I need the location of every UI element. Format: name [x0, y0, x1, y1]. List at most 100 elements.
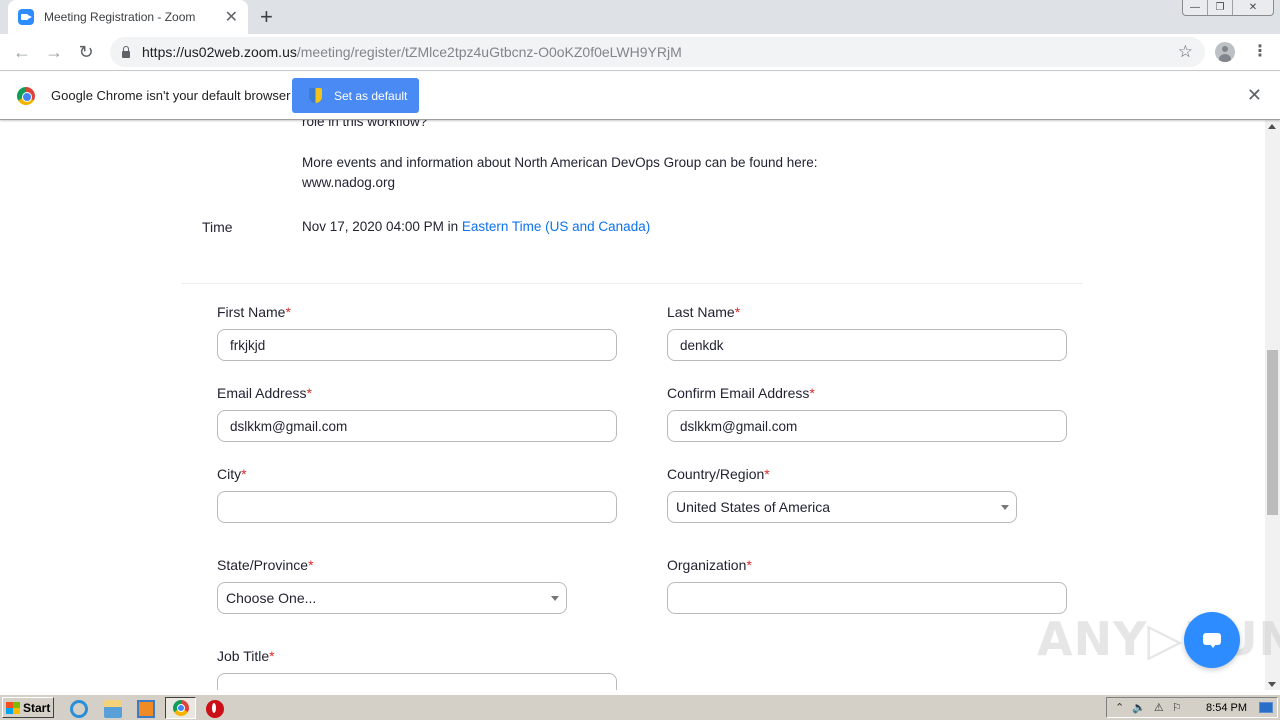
confirm-email-label-text: Confirm Email Address	[667, 385, 810, 401]
state-select-value: Choose One...	[226, 590, 317, 606]
more-info-text: More events and information about North …	[302, 155, 818, 170]
tray-expand-icon[interactable]: ⌃	[1115, 701, 1124, 714]
city-label: City*	[217, 466, 247, 482]
email-input[interactable]: dslkkm@gmail.com	[217, 410, 617, 442]
time-label: Time	[202, 219, 233, 235]
action-center-flag-icon[interactable]: ⚐	[1172, 701, 1182, 714]
state-label-text: State/Province	[217, 557, 309, 573]
last-name-input[interactable]: denkdk	[667, 329, 1067, 361]
chevron-down-icon	[1001, 505, 1009, 510]
set-as-default-label: Set as default	[334, 88, 408, 103]
file-explorer-icon[interactable]	[104, 700, 122, 718]
reload-button[interactable]: ↻	[70, 36, 102, 68]
show-desktop-icon[interactable]	[1259, 702, 1273, 713]
country-label: Country/Region*	[667, 466, 770, 482]
scroll-down-arrow-icon[interactable]	[1268, 682, 1276, 687]
first-name-input[interactable]: frkjkjd	[217, 329, 617, 361]
browser-toolbar: ← → ↻ https://us02web.zoom.us/meeting/re…	[0, 34, 1280, 71]
organization-label: Organization*	[667, 557, 752, 573]
time-value: Nov 17, 2020 04:00 PM in Eastern Time (U…	[302, 219, 650, 234]
url-path: /meeting/register/tZMlce2tpz4uGtbcnz-O0o…	[296, 44, 682, 60]
tab-title: Meeting Registration - Zoom	[44, 10, 196, 24]
page-scrollbar[interactable]	[1265, 120, 1280, 690]
zoom-icon	[18, 9, 34, 25]
required-marker: *	[746, 557, 752, 573]
menu-kebab-icon[interactable]: ⋮	[1252, 41, 1268, 61]
required-marker: *	[734, 304, 741, 320]
chrome-icon	[173, 700, 189, 716]
opera-icon[interactable]	[206, 700, 224, 718]
country-select-value: United States of America	[676, 499, 831, 515]
url-host: https://us02web.zoom.us	[142, 44, 297, 60]
close-window-button[interactable]: ✕	[1233, 0, 1273, 15]
uac-shield-icon	[309, 88, 322, 103]
required-marker: *	[269, 648, 275, 664]
new-tab-button[interactable]: +	[260, 4, 273, 30]
required-marker: *	[809, 385, 815, 401]
url-text: https://us02web.zoom.us/meeting/register…	[142, 44, 682, 60]
job-title-input[interactable]	[217, 673, 617, 690]
confirm-email-label: Confirm Email Address*	[667, 385, 815, 401]
set-as-default-button[interactable]: Set as default	[292, 78, 419, 113]
close-tab-icon[interactable]: ✕	[225, 7, 238, 27]
first-name-label: First Name*	[217, 304, 291, 320]
section-divider	[181, 283, 1083, 284]
volume-icon[interactable]: 🔈	[1132, 701, 1146, 714]
profile-avatar-icon[interactable]	[1215, 42, 1235, 62]
required-marker: *	[764, 466, 770, 482]
system-clock[interactable]: 8:54 PM	[1206, 702, 1247, 714]
lock-icon	[122, 45, 130, 58]
address-bar[interactable]: https://us02web.zoom.us/meeting/register…	[110, 37, 1205, 67]
infobar-message: Google Chrome isn't your default browser	[51, 88, 291, 103]
restore-button[interactable]: ❐	[1208, 0, 1233, 15]
website-text: www.nadog.org	[302, 175, 396, 190]
scroll-up-arrow-icon[interactable]	[1268, 124, 1276, 129]
internet-explorer-icon[interactable]	[70, 700, 88, 718]
page-content: role in this workflow? More events and i…	[0, 120, 1265, 690]
required-marker: *	[285, 304, 291, 320]
description-tail: role in this workflow?	[302, 120, 428, 129]
network-warning-icon[interactable]: ⚠	[1154, 701, 1164, 714]
state-select[interactable]: Choose One...	[217, 582, 567, 614]
organization-input[interactable]	[667, 582, 1067, 614]
country-select[interactable]: United States of America	[667, 491, 1017, 523]
media-player-icon[interactable]	[137, 700, 155, 718]
required-marker: *	[306, 385, 312, 401]
job-title-label: Job Title*	[217, 648, 275, 664]
bookmark-star-icon[interactable]: ☆	[1178, 42, 1193, 62]
taskbar-chrome-button[interactable]	[165, 697, 196, 719]
chrome-logo-icon	[17, 86, 35, 105]
city-label-text: City	[217, 466, 242, 482]
city-input[interactable]	[217, 491, 617, 523]
country-label-text: Country/Region	[667, 466, 765, 482]
chevron-down-icon	[551, 596, 559, 601]
job-title-label-text: Job Title	[217, 648, 270, 664]
email-label: Email Address*	[217, 385, 312, 401]
start-button[interactable]: Start	[2, 697, 54, 718]
start-label: Start	[23, 700, 51, 715]
browser-tab[interactable]: Meeting Registration - Zoom ✕	[8, 0, 248, 34]
back-button[interactable]: ←	[6, 36, 38, 68]
window-controls: — ❐ ✕	[1182, 0, 1274, 16]
state-label: State/Province*	[217, 557, 314, 573]
email-label-text: Email Address	[217, 385, 307, 401]
meeting-datetime: Nov 17, 2020 04:00 PM in	[302, 219, 462, 234]
chat-support-button[interactable]	[1184, 612, 1240, 668]
first-name-label-text: First Name	[217, 304, 286, 320]
system-tray: ⌃ 🔈 ⚠ ⚐ 8:54 PM	[1106, 697, 1278, 718]
last-name-label-text: Last Name	[667, 304, 735, 320]
minimize-button[interactable]: —	[1183, 0, 1208, 15]
confirm-email-input[interactable]: dslkkm@gmail.com	[667, 410, 1067, 442]
tab-strip: Meeting Registration - Zoom ✕ + — ❐ ✕	[0, 0, 1280, 34]
windows-taskbar: Start ⌃ 🔈 ⚠ ⚐ 8:54 PM	[0, 694, 1280, 720]
forward-button[interactable]: →	[38, 36, 70, 68]
timezone-link[interactable]: Eastern Time (US and Canada)	[462, 219, 650, 234]
scroll-thumb[interactable]	[1267, 350, 1278, 515]
windows-logo-icon	[6, 701, 20, 714]
organization-label-text: Organization	[667, 557, 747, 573]
close-infobar-icon[interactable]: ✕	[1247, 85, 1262, 106]
required-marker: *	[308, 557, 314, 573]
anyrun-watermark: ANY▷RUN	[1037, 612, 1280, 666]
default-browser-infobar: Google Chrome isn't your default browser…	[0, 72, 1280, 120]
chat-bubble-icon	[1203, 633, 1221, 648]
